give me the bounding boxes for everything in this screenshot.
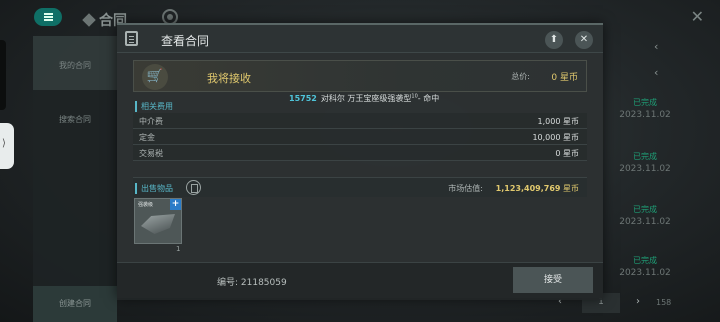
- view-contract-modal: 查看合同 ⬆ ✕ 🛒 我将接收 总价: 0 星币 15752 对科尔 万王宝座级强…: [117, 23, 603, 300]
- ship-id: 15752: [289, 94, 317, 103]
- contract-row-status: 已完成 2023.11.02: [610, 151, 680, 174]
- market-value-label: 市场估值:: [448, 184, 483, 193]
- page-next-icon[interactable]: ›: [636, 296, 640, 307]
- fee-row: 定金 10,000 星币: [133, 129, 587, 145]
- fees-table: 中介费 1,000 星币 定金 10,000 星币 交易税 0 星币: [133, 113, 587, 161]
- left-rail: [0, 40, 6, 110]
- modal-footer: 编号: 21185059 接受: [117, 262, 603, 300]
- modal-title: 查看合同: [161, 34, 210, 48]
- menu-button[interactable]: [34, 8, 62, 26]
- contract-row-status: 已完成 2023.11.02: [610, 255, 680, 278]
- sale-section-label: 出售物品: [135, 183, 173, 194]
- sale-item-tile[interactable]: 强袭级 +: [134, 198, 182, 244]
- fee-value: 10,000 星币: [532, 133, 579, 142]
- fees-section-label: 相关费用: [135, 101, 173, 112]
- clipboard-icon[interactable]: [186, 180, 201, 195]
- row-date: 2023.11.02: [619, 110, 671, 120]
- contract-number: 编号: 21185059: [217, 278, 287, 288]
- status-badge: 已完成: [633, 152, 657, 161]
- row-date: 2023.11.02: [619, 217, 671, 227]
- fee-value: 0 星币: [555, 149, 579, 158]
- fee-name: 交易税: [139, 149, 163, 158]
- document-icon: [125, 31, 138, 46]
- sale-items-bar: 出售物品 市场估值: 1,123,409,769 星币: [133, 177, 587, 197]
- fee-row: 中介费 1,000 星币: [133, 113, 587, 129]
- app-close-icon[interactable]: ✕: [691, 7, 704, 26]
- fee-name: 中介费: [139, 117, 163, 126]
- item-name: 强袭级: [138, 202, 154, 208]
- ship-suffix: - 命中: [417, 94, 440, 103]
- chevron-left-icon[interactable]: ‹: [654, 40, 658, 53]
- receive-label: 我将接收: [207, 72, 251, 85]
- total-price-value: 0 星币: [551, 73, 578, 83]
- fee-row: 交易税 0 星币: [133, 145, 587, 161]
- market-value: 1,123,409,769 星币: [495, 184, 579, 193]
- item-count: 1: [176, 245, 181, 253]
- modal-header: 查看合同 ⬆ ✕: [117, 25, 603, 53]
- status-badge: 已完成: [633, 205, 657, 214]
- status-badge: 已完成: [633, 98, 657, 107]
- fee-name: 定金: [139, 133, 155, 142]
- row-date: 2023.11.02: [619, 164, 671, 174]
- total-price-label: 总价:: [511, 72, 530, 81]
- status-badge: 已完成: [633, 256, 657, 265]
- ship-name: 对科尔 万王宝座级强袭型: [320, 94, 412, 103]
- row-date: 2023.11.02: [619, 268, 671, 278]
- side-nav: 我的合同 搜索合同: [33, 36, 117, 322]
- nav-my-contracts[interactable]: 我的合同: [33, 36, 117, 90]
- contract-row-status: 已完成 2023.11.02: [610, 97, 680, 120]
- cart-icon: 🛒: [142, 64, 168, 90]
- nav-search-contracts[interactable]: 搜索合同: [33, 114, 117, 125]
- side-expand-tab[interactable]: ⟩: [0, 123, 14, 169]
- chevron-left-icon[interactable]: ‹: [654, 66, 658, 79]
- ship-image: [141, 214, 175, 234]
- receive-bar: 🛒 我将接收 总价: 0 星币: [133, 60, 587, 92]
- accept-button[interactable]: 接受: [513, 267, 593, 293]
- plus-icon[interactable]: +: [170, 199, 181, 210]
- fee-value: 1,000 星币: [537, 117, 579, 126]
- contract-row-status: 已完成 2023.11.02: [610, 204, 680, 227]
- ship-info: 15752 对科尔 万王宝座级强袭型10- 命中: [289, 93, 439, 104]
- create-contract-button[interactable]: 创建合同: [33, 286, 117, 322]
- page-total: 158: [656, 298, 672, 307]
- download-icon[interactable]: ⬆: [545, 31, 563, 49]
- contract-cube-icon: [82, 13, 96, 27]
- modal-close-button[interactable]: ✕: [575, 31, 593, 49]
